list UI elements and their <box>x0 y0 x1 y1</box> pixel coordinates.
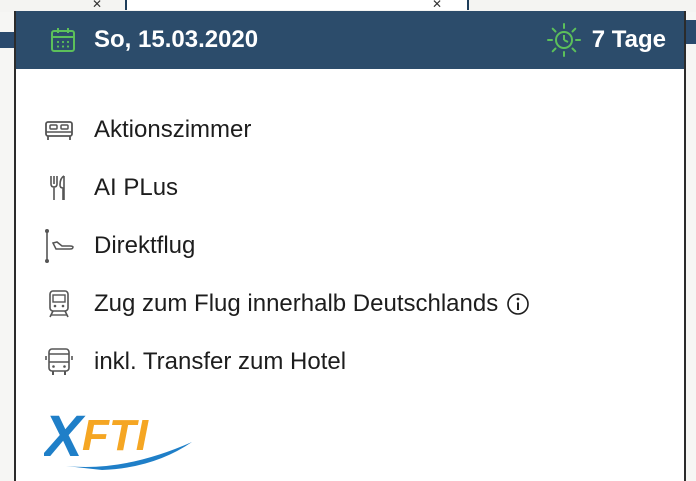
list-item: Direktflug <box>44 217 684 275</box>
feature-list: Aktionszimmer AI PLus Direktflug Zug zum… <box>16 69 684 391</box>
feature-label: inkl. Transfer zum Hotel <box>94 348 347 375</box>
feature-label: Direktflug <box>94 232 196 259</box>
bed-icon <box>44 115 74 145</box>
list-item: Zug zum Flug innerhalb Deutschlands <box>44 275 684 333</box>
feature-label: Aktionszimmer <box>94 116 252 143</box>
trip-duration: 7 Tage <box>591 26 666 53</box>
clipped-field <box>125 0 469 10</box>
feature-label: Zug zum Flug innerhalb Deutschlands <box>94 290 499 317</box>
info-icon[interactable] <box>506 292 530 316</box>
close-icon[interactable]: ✕ <box>92 0 102 11</box>
travel-date: So, 15.03.2020 <box>94 26 259 53</box>
offer-header: So, 15.03.2020 7 Tage <box>16 11 684 69</box>
svg-text:X: X <box>44 404 86 469</box>
list-item: Aktionszimmer <box>44 101 684 159</box>
cutlery-icon <box>44 173 74 203</box>
train-icon <box>44 289 74 319</box>
list-item: AI PLus <box>44 159 684 217</box>
svg-text:FTI: FTI <box>82 411 149 460</box>
bus-icon <box>44 347 74 377</box>
close-icon[interactable]: ✕ <box>432 0 442 11</box>
feature-label: AI PLus <box>94 174 179 201</box>
flight-icon <box>44 229 74 263</box>
calendar-icon <box>51 28 75 52</box>
list-item: inkl. Transfer zum Hotel <box>44 333 684 391</box>
sun-icon <box>546 23 581 57</box>
fti-logo: X FTI <box>44 404 192 470</box>
